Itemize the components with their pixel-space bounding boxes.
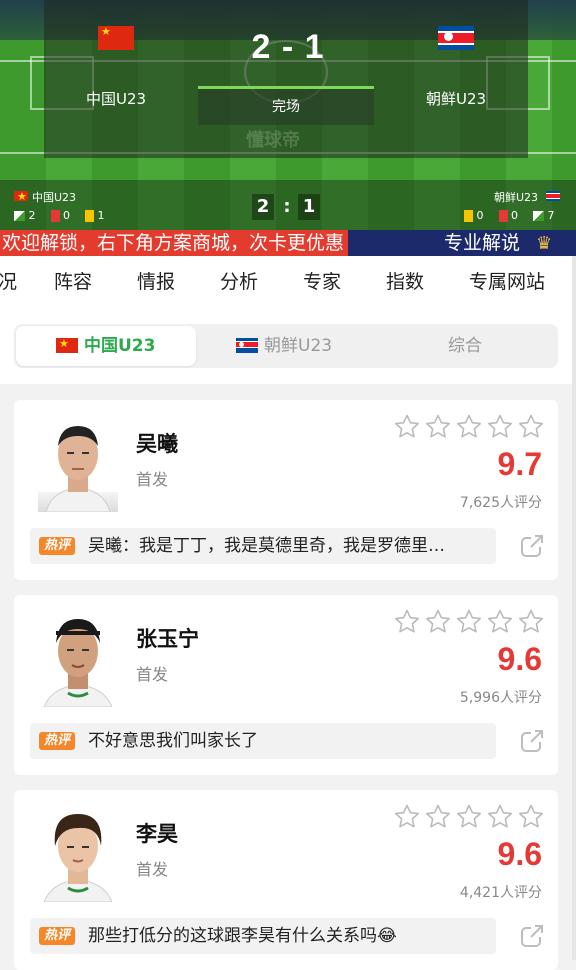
china-flag-small-icon	[14, 191, 28, 203]
share-icon[interactable]	[518, 922, 546, 950]
star-icon[interactable]	[518, 804, 544, 830]
corner-flag-icon	[533, 211, 544, 221]
player-rating: 9.7	[497, 446, 542, 482]
live-score-separator: :	[283, 196, 291, 217]
hot-comment-text: 吴曦：我是丁丁，我是莫德里奇，我是罗德里…	[88, 536, 445, 556]
player-avatar	[38, 412, 118, 512]
star-icon[interactable]	[394, 804, 420, 830]
main-score: 2 - 1	[251, 28, 325, 66]
rating-stars[interactable]	[394, 609, 546, 639]
segment-home-team[interactable]: 中国U23	[84, 324, 155, 368]
player-avatar	[38, 802, 118, 902]
rating-count: 4,421人评分	[459, 885, 542, 901]
star-icon[interactable]	[394, 609, 420, 635]
star-icon[interactable]	[456, 609, 482, 635]
home-team-name: 中国U23	[86, 90, 147, 108]
match-video-area[interactable]: 2 - 1 中国U23 朝鲜U23 完场 懂球帝 中国U23 2 0 1 2 :…	[0, 0, 576, 230]
rating-count: 7,625人评分	[459, 495, 542, 511]
player-name: 吴曦	[136, 432, 178, 456]
star-icon[interactable]	[518, 414, 544, 440]
hot-comment-text: 那些打低分的这球跟李昊有什么关系吗😂	[88, 926, 397, 946]
china-flag-icon	[98, 26, 134, 50]
player-card[interactable]: 吴曦 首发 9.7 7,625人评分 热评 吴曦：我是丁丁，我是莫德里奇，我是罗…	[14, 400, 558, 580]
rating-stars[interactable]	[394, 804, 546, 834]
team-segment-control: 中国U23 朝鲜U23 综合	[14, 324, 558, 368]
tab-experts[interactable]: 专家	[303, 256, 341, 308]
rating-stars[interactable]	[394, 414, 546, 444]
hot-comment-bar[interactable]: 热评 那些打低分的这球跟李昊有什么关系吗😂	[30, 918, 496, 954]
tab-analysis[interactable]: 分析	[220, 256, 258, 308]
tab-odds[interactable]: 指数	[386, 256, 424, 308]
player-name: 张玉宁	[136, 627, 199, 651]
tab-lineup[interactable]: 阵容	[54, 256, 92, 308]
match-status: 完场	[198, 86, 374, 125]
rating-count: 5,996人评分	[459, 690, 542, 706]
tab-exclusive-site[interactable]: 专属网站	[469, 256, 545, 308]
player-avatar	[38, 607, 118, 707]
player-card[interactable]: 张玉宁 首发 9.6 5,996人评分 热评 不好意思我们叫家长了	[14, 595, 558, 775]
promo-ticker[interactable]: 欢迎解锁，右下角方案商城，次卡更优惠 专业解说 ♛	[0, 230, 576, 256]
yellow-card-icon	[464, 210, 473, 222]
red-card-icon	[50, 210, 60, 222]
watermark-logo: 懂球帝	[246, 130, 300, 151]
star-icon[interactable]	[487, 414, 513, 440]
hot-comment-bar[interactable]: 热评 不好意思我们叫家长了	[30, 723, 496, 759]
star-icon[interactable]	[425, 414, 451, 440]
segment-overall[interactable]: 综合	[448, 324, 482, 368]
red-card-icon	[498, 210, 508, 222]
segment-away-team[interactable]: 朝鲜U23	[264, 324, 332, 368]
live-home-team: 中国U23	[32, 191, 77, 204]
corner-flag-icon	[14, 211, 25, 221]
live-home-score: 2	[252, 194, 274, 220]
north-korea-flag-small-icon	[546, 191, 560, 201]
star-icon[interactable]	[425, 804, 451, 830]
star-icon[interactable]	[487, 804, 513, 830]
live-away-score: 1	[298, 194, 320, 220]
north-korea-flag-icon	[438, 26, 474, 50]
player-card[interactable]: 李昊 首发 9.6 4,421人评分 热评 那些打低分的这球跟李昊有什么关系吗😂	[14, 790, 558, 970]
player-role: 首发	[136, 665, 169, 684]
hot-comment-bar[interactable]: 热评 吴曦：我是丁丁，我是莫德里奇，我是罗德里…	[30, 528, 496, 564]
away-team-name: 朝鲜U23	[426, 90, 487, 108]
star-icon[interactable]	[487, 609, 513, 635]
hot-comment-badge: 热评	[39, 537, 75, 555]
player-role: 首发	[136, 860, 169, 879]
hot-comment-badge: 热评	[39, 732, 75, 750]
yellow-card-icon	[85, 210, 94, 222]
star-icon[interactable]	[425, 609, 451, 635]
share-icon[interactable]	[518, 532, 546, 560]
crown-icon: ♛	[536, 233, 553, 254]
star-icon[interactable]	[518, 609, 544, 635]
hot-comment-text: 不好意思我们叫家长了	[88, 731, 258, 751]
match-nav-tabs: 况 阵容 情报 分析 专家 指数 专属网站	[0, 256, 576, 308]
china-flag-icon	[56, 338, 78, 353]
star-icon[interactable]	[394, 414, 420, 440]
player-role: 首发	[136, 470, 169, 489]
away-stats: 0 0 7	[464, 209, 555, 222]
player-rating: 9.6	[497, 641, 542, 677]
north-korea-flag-icon	[236, 338, 258, 353]
star-icon[interactable]	[456, 414, 482, 440]
tab-intel[interactable]: 情报	[137, 256, 175, 308]
tab-overview[interactable]: 况	[0, 256, 17, 308]
player-rating: 9.6	[497, 836, 542, 872]
live-away-team: 朝鲜U23	[494, 191, 539, 204]
star-icon[interactable]	[456, 804, 482, 830]
share-icon[interactable]	[518, 727, 546, 755]
scroll-edge	[572, 256, 576, 960]
team-segment-wrapper: 中国U23 朝鲜U23 综合	[0, 308, 572, 384]
home-stats: 2 0 1	[14, 209, 105, 222]
ticker-pro-label: 专业解说	[444, 232, 521, 254]
hot-comment-badge: 热评	[39, 927, 75, 945]
player-name: 李昊	[136, 822, 178, 846]
ticker-message: 欢迎解锁，右下角方案商城，次卡更优惠	[0, 230, 349, 256]
